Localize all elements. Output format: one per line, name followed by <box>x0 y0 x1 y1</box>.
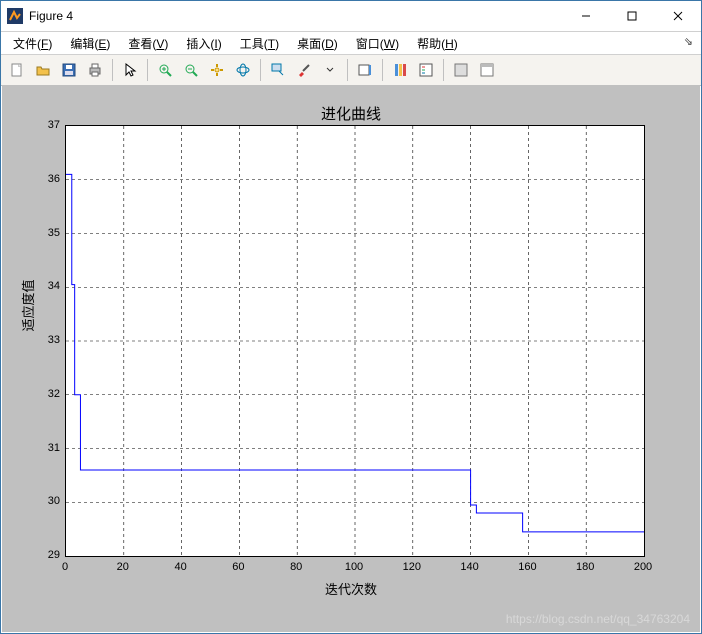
x-tick-label: 20 <box>117 561 129 573</box>
insert-colorbar-icon[interactable] <box>353 58 377 82</box>
x-tick-label: 140 <box>460 561 478 573</box>
axes-canvas <box>66 126 644 556</box>
x-axis-label: 迭代次数 <box>2 579 700 598</box>
figure-area: 进化曲线 适应度值 0 20 40 60 80 100 120 140 160 180 200 29… <box>2 85 700 632</box>
toolbar-separator <box>260 59 261 81</box>
link-chevron-icon[interactable] <box>318 58 342 82</box>
menu-insert[interactable]: 插入(I) <box>186 35 221 52</box>
x-tick-label: 160 <box>518 561 536 573</box>
toolbar-separator <box>443 59 444 81</box>
zoom-out-icon[interactable] <box>179 58 203 82</box>
titlebar: Figure 4 <box>1 1 701 32</box>
show-tools-icon[interactable] <box>475 58 499 82</box>
toolbar-separator <box>347 59 348 81</box>
titlebar-left: Figure 4 <box>1 8 73 24</box>
toolbar-separator <box>382 59 383 81</box>
x-tick-label: 40 <box>174 561 186 573</box>
brush-icon[interactable] <box>292 58 316 82</box>
x-tick-label: 100 <box>345 561 363 573</box>
y-tick-label: 30 <box>38 495 60 507</box>
toolbar <box>1 55 701 86</box>
y-tick-label: 34 <box>38 280 60 292</box>
rotate3d-icon[interactable] <box>231 58 255 82</box>
menu-help[interactable]: 帮助(H) <box>417 35 458 52</box>
toolbar-separator <box>147 59 148 81</box>
hide-tools-icon[interactable] <box>449 58 473 82</box>
y-tick-label: 36 <box>38 173 60 185</box>
zoom-in-icon[interactable] <box>153 58 177 82</box>
menubar: 文件(F) 编辑(E) 查看(V) 插入(I) 工具(T) 桌面(D) 窗口(W… <box>1 32 701 55</box>
fitness-line <box>66 174 644 531</box>
menu-edit[interactable]: 编辑(E) <box>70 35 110 52</box>
x-tick-label: 180 <box>576 561 594 573</box>
y-tick-label: 33 <box>38 334 60 346</box>
matlab-icon <box>7 8 23 24</box>
menu-view[interactable]: 查看(V) <box>128 35 168 52</box>
close-button[interactable] <box>655 1 701 31</box>
menu-desktop[interactable]: 桌面(D) <box>297 35 338 52</box>
menu-tools[interactable]: 工具(T) <box>240 35 279 52</box>
minimize-button[interactable] <box>563 1 609 31</box>
pan-icon[interactable] <box>205 58 229 82</box>
new-file-icon[interactable] <box>5 58 29 82</box>
maximize-button[interactable] <box>609 1 655 31</box>
x-tick-label: 0 <box>62 561 68 573</box>
pointer-icon[interactable] <box>118 58 142 82</box>
watermark-text: https://blog.csdn.net/qq_34763204 <box>506 612 690 626</box>
menu-window[interactable]: 窗口(W) <box>356 35 399 52</box>
menu-file[interactable]: 文件(F) <box>13 35 52 52</box>
toolbar-separator <box>112 59 113 81</box>
print-icon[interactable] <box>83 58 107 82</box>
y-tick-label: 31 <box>38 442 60 454</box>
y-tick-label: 37 <box>38 119 60 131</box>
x-tick-label: 120 <box>403 561 421 573</box>
open-folder-icon[interactable] <box>31 58 55 82</box>
x-tick-label: 60 <box>232 561 244 573</box>
y-tick-label: 35 <box>38 227 60 239</box>
x-tick-label: 200 <box>634 561 652 573</box>
grid-lines <box>66 126 644 556</box>
axes[interactable] <box>65 125 645 557</box>
data-cursor-icon[interactable] <box>266 58 290 82</box>
save-icon[interactable] <box>57 58 81 82</box>
x-tick-label: 80 <box>290 561 302 573</box>
chart-title: 进化曲线 <box>2 103 700 124</box>
colorbar-icon[interactable] <box>388 58 412 82</box>
window-title: Figure 4 <box>29 9 73 23</box>
dock-arrow-icon[interactable]: ⇘ <box>684 35 693 48</box>
legend-icon[interactable] <box>414 58 438 82</box>
y-tick-label: 29 <box>38 549 60 561</box>
y-axis-label: 适应度值 <box>18 279 37 331</box>
figure-window: Figure 4 文件(F) 编辑(E) 查看(V) 插入(I) 工具(T) 桌… <box>0 0 702 634</box>
window-controls <box>563 1 701 31</box>
y-tick-label: 32 <box>38 388 60 400</box>
